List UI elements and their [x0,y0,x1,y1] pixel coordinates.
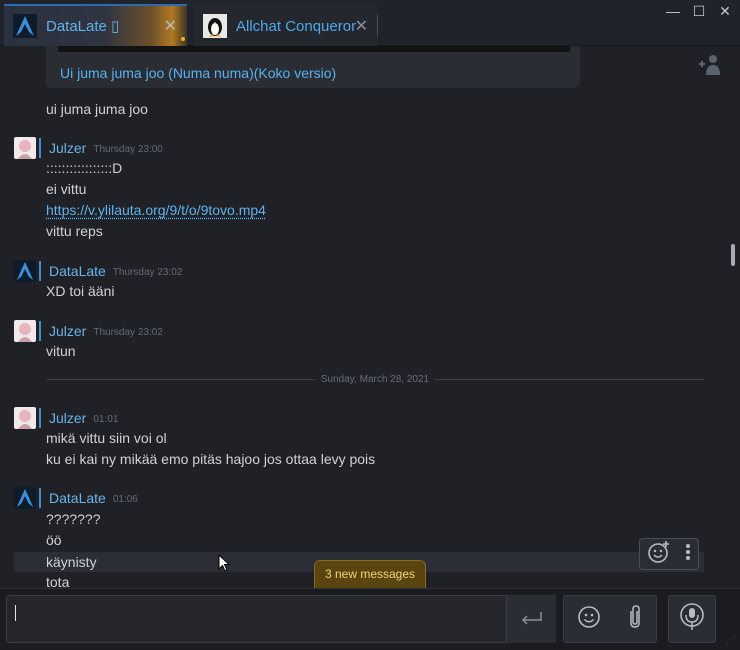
chat-log[interactable]: Ui juma juma joo (Numa numa)(Koko versio… [0,46,740,588]
composer-tools [563,595,657,643]
author-color-bar [39,408,41,428]
message-line: vittu reps [46,223,103,239]
embed-title-link[interactable]: Ui juma juma joo (Numa numa)(Koko versio… [60,65,336,81]
tab-label: DataLate ▯ [46,18,120,35]
tab-allchat-conqueror[interactable]: Allchat Conqueror ✕ [194,4,378,46]
message-line: vitun [46,343,76,359]
embed-media-bar [58,46,570,52]
message-header: Julzer Thursday 23:00 [14,136,163,160]
timestamp: Thursday 23:02 [112,267,183,278]
message-line: XD toi ääni [46,283,115,299]
new-messages-badge[interactable]: 3 new messages [314,560,426,588]
separator-rule [435,378,704,380]
message-actions [639,538,699,570]
author-name[interactable]: Julzer [49,323,86,339]
author-name[interactable]: Julzer [49,140,86,156]
tab-close-icon[interactable]: ✕ [355,16,368,36]
tab-divider [377,14,378,36]
send-button[interactable] [506,595,556,643]
message-header: DataLate 01:06 [14,486,138,510]
timestamp: Thursday 23:00 [93,144,163,155]
timestamp: 01:06 [112,494,138,505]
tab-label: Allchat Conqueror [236,17,356,35]
message-line: ??????? [46,511,101,527]
author-color-bar [39,261,41,281]
tab-datalate[interactable]: DataLate ▯ ✕ [4,4,187,46]
message-link[interactable]: https://v.ylilauta.org/9/t/o/9tovo.mp4 [46,202,266,218]
window-controls: — ☐ ✕ [666,4,732,18]
message-header: Julzer 01:01 [14,406,118,430]
tab-close-icon[interactable]: ✕ [164,16,177,36]
composer: ⋰ [0,588,740,650]
message-line: https://v.ylilauta.org/9/t/o/9tovo.mp4 [46,202,266,218]
author-name[interactable]: DataLate [49,263,106,279]
text-caret [15,605,16,621]
date-separator: Sunday, March 28, 2021 [46,372,704,386]
arch-logo-icon [12,13,38,39]
message-input[interactable] [6,595,556,643]
message-line: ei vittu [46,181,87,197]
message-line: tota [46,574,70,588]
scrollbar[interactable] [730,46,736,588]
microphone-icon [678,602,706,636]
message-line: ku ei kai ny mikää emo pitäs hajoo jos o… [46,451,376,467]
message-line: öö [46,532,62,548]
title-bar: DataLate ▯ ✕ Allchat Conqueror ✕ — ☐ ✕ [0,0,740,46]
link-embed[interactable]: Ui juma juma joo (Numa numa)(Koko versio… [46,46,580,88]
scrollbar-thumb[interactable] [731,244,735,266]
more-options-icon[interactable] [685,543,691,566]
minimize-icon[interactable]: — [666,4,680,18]
message-header: Julzer Thursday 23:02 [14,319,163,343]
avatar[interactable] [14,260,36,282]
unread-dot [181,37,185,41]
author-name[interactable]: DataLate [49,490,106,506]
maximize-icon[interactable]: ☐ [692,4,706,18]
message-line: ui juma juma joo [46,101,148,117]
add-reaction-icon[interactable] [647,540,671,569]
author-color-bar [39,138,41,158]
avatar[interactable] [14,407,36,429]
author-color-bar [39,321,41,341]
author-name[interactable]: Julzer [49,410,86,426]
message-line: :::::::::::::::::D [46,160,123,176]
separator-rule [46,378,315,380]
add-person-icon[interactable] [698,54,722,82]
avatar[interactable] [14,487,36,509]
mouse-cursor-icon [218,553,231,577]
message-header: DataLate Thursday 23:02 [14,259,182,283]
attachment-icon[interactable] [627,604,643,635]
close-window-icon[interactable]: ✕ [718,4,732,18]
avatar[interactable] [14,320,36,342]
author-color-bar [39,488,41,508]
emoji-icon[interactable] [577,605,601,634]
timestamp: Thursday 23:02 [93,327,163,338]
tux-penguin-icon [202,13,228,39]
timestamp: 01:01 [93,414,119,425]
avatar[interactable] [14,137,36,159]
date-label: Sunday, March 28, 2021 [320,373,430,385]
voice-message-button[interactable] [668,595,716,643]
resize-grip-icon[interactable]: ⋰ [726,635,736,646]
message-line: mikä vittu siin voi ol [46,430,167,446]
